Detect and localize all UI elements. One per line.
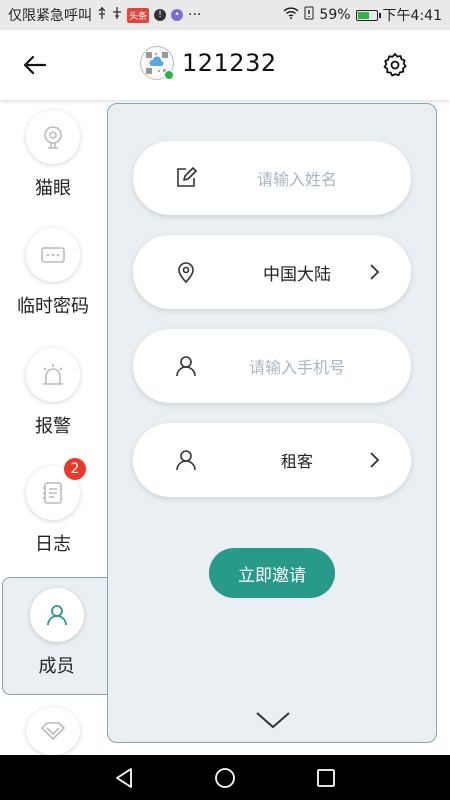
name-input[interactable]: 请输入姓名: [223, 166, 371, 190]
chevron-down-icon[interactable]: [255, 710, 291, 730]
nav-recents-icon[interactable]: [315, 767, 337, 789]
back-button[interactable]: [20, 50, 50, 80]
battery-percent: 59%: [319, 7, 351, 23]
app-notification-icon: •: [171, 9, 184, 21]
sidebar-item-log[interactable]: 2 日志: [0, 456, 106, 574]
title-area: 121232: [140, 46, 277, 80]
diamond-icon: [41, 722, 65, 740]
news-app-badge: 头条: [127, 7, 150, 23]
user-icon: [176, 356, 196, 377]
nav-home-icon[interactable]: [214, 767, 236, 789]
phone-field[interactable]: 请输入手机号: [133, 329, 411, 403]
sidebar: 猫眼 临时密码 报警 2 日志 成员: [0, 100, 110, 755]
password-icon: [41, 247, 65, 263]
phone-input[interactable]: 请输入手机号: [223, 354, 371, 378]
sidebar-item-label: 成员: [38, 656, 75, 677]
user-icon: [176, 450, 196, 471]
sidebar-item-alarm[interactable]: 报警: [0, 338, 106, 456]
alarm-icon: [43, 364, 63, 385]
status-bar: 仅限紧急呼叫 头条 ! • ··· 59% 下午4:41: [0, 0, 450, 30]
alert-icon: !: [154, 9, 167, 21]
role-selector[interactable]: 租客: [133, 423, 411, 497]
invite-button[interactable]: 立即邀请: [209, 548, 335, 598]
region-value: 中国大陆: [263, 264, 331, 285]
sim-alert-icon: [304, 6, 314, 24]
sidebar-item-label: 报警: [35, 416, 71, 437]
wifi-icon: [283, 7, 299, 23]
camera-icon: [44, 126, 62, 149]
sidebar-item-label: 临时密码: [17, 296, 89, 317]
name-field[interactable]: 请输入姓名: [133, 141, 411, 215]
location-pin-icon: [178, 262, 194, 283]
more-notifications: ···: [188, 7, 202, 23]
back-arrow-icon: [23, 55, 47, 75]
sidebar-item-peephole[interactable]: 猫眼: [0, 100, 106, 218]
log-icon: [43, 482, 62, 504]
clock: 下午4:41: [382, 8, 442, 24]
sidebar-item-more[interactable]: [0, 697, 106, 755]
sidebar-item-temp-password[interactable]: 临时密码: [0, 218, 106, 336]
role-value: 租客: [280, 452, 313, 471]
online-status-dot: [164, 70, 174, 80]
battery-icon: [355, 9, 381, 21]
sidebar-item-label: 猫眼: [35, 178, 71, 199]
nav-back-icon[interactable]: [113, 767, 135, 789]
carrier-text: 仅限紧急呼叫: [8, 8, 92, 24]
edit-icon: [177, 167, 197, 187]
page-title: 121232: [182, 49, 277, 77]
sidebar-item-members[interactable]: 成员: [2, 577, 110, 695]
settings-button[interactable]: [380, 50, 410, 80]
member-icon: [46, 605, 67, 626]
chevron-right-icon: [370, 452, 380, 468]
usb-debug-icon: [112, 6, 122, 24]
device-avatar[interactable]: [140, 46, 174, 80]
log-count-badge: 2: [64, 458, 86, 480]
header: 121232: [0, 30, 450, 100]
gear-icon: [383, 53, 407, 77]
invite-member-panel: 请输入姓名 中国大陆 请输入手机号 租客 立即邀请: [107, 103, 437, 743]
chevron-right-icon: [370, 264, 380, 280]
system-nav-bar: [0, 755, 450, 800]
usb-icon: [97, 6, 107, 24]
region-selector[interactable]: 中国大陆: [133, 235, 411, 309]
sidebar-item-label: 日志: [35, 534, 71, 555]
